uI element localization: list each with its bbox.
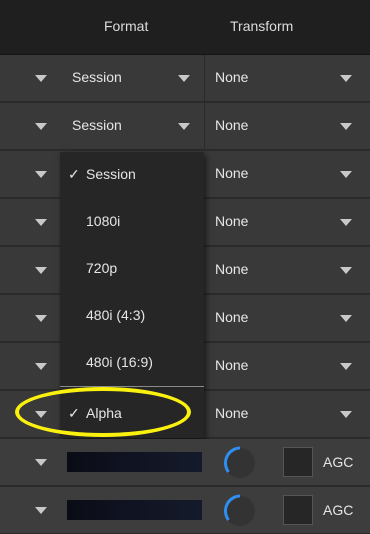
- menu-divider: [60, 386, 204, 387]
- transform-value[interactable]: None: [215, 405, 248, 421]
- row-expand-icon[interactable]: [35, 171, 47, 178]
- gain-knob-icon[interactable]: [223, 446, 257, 480]
- audio-meter-row: AGC: [0, 439, 370, 486]
- row-expand-icon[interactable]: [35, 363, 47, 370]
- menu-item-label: 720p: [86, 260, 118, 276]
- level-meter: [67, 500, 202, 520]
- format-value: Session: [72, 117, 122, 133]
- chevron-down-icon[interactable]: [340, 363, 352, 370]
- menu-item-label: 480i (16:9): [86, 354, 153, 370]
- transform-value[interactable]: None: [215, 165, 248, 181]
- menu-item-alpha[interactable]: ✓ Alpha: [60, 391, 204, 438]
- transform-value[interactable]: None: [215, 261, 248, 277]
- menu-item-label: Session: [86, 166, 136, 182]
- menu-item-480i-16-9[interactable]: 480i (16:9): [60, 340, 204, 387]
- gain-knob-icon[interactable]: [223, 494, 257, 528]
- row-expand-icon[interactable]: [35, 459, 47, 466]
- chevron-down-icon[interactable]: [340, 315, 352, 322]
- transform-value[interactable]: None: [215, 213, 248, 229]
- column-header-bar: Format Transform: [0, 0, 370, 55]
- chevron-down-icon[interactable]: [340, 123, 352, 130]
- agc-label: AGC: [323, 502, 354, 518]
- row-expand-icon[interactable]: [35, 123, 47, 130]
- format-value: Session: [72, 69, 122, 85]
- menu-item-label: Alpha: [86, 405, 122, 421]
- agc-label: AGC: [323, 454, 354, 470]
- menu-item-480i-4-3[interactable]: 480i (4:3): [60, 293, 204, 340]
- chevron-down-icon[interactable]: [178, 123, 190, 130]
- chevron-down-icon[interactable]: [340, 267, 352, 274]
- table-row: Session None: [0, 55, 370, 102]
- transform-value[interactable]: None: [215, 117, 248, 133]
- chevron-down-icon[interactable]: [340, 411, 352, 418]
- chevron-down-icon[interactable]: [340, 75, 352, 82]
- chevron-down-icon[interactable]: [340, 219, 352, 226]
- format-dropdown[interactable]: Session: [60, 103, 205, 149]
- menu-item-720p[interactable]: 720p: [60, 246, 204, 293]
- row-expand-icon[interactable]: [35, 267, 47, 274]
- transform-value[interactable]: None: [215, 69, 248, 85]
- format-column-header[interactable]: Format: [104, 18, 148, 34]
- agc-checkbox[interactable]: [283, 447, 313, 477]
- format-dropdown-menu: ✓ Session 1080i 720p 480i (4:3) 480i (16…: [60, 152, 204, 438]
- chevron-down-icon[interactable]: [340, 171, 352, 178]
- format-dropdown[interactable]: Session: [60, 55, 205, 101]
- menu-item-label: 480i (4:3): [86, 307, 146, 323]
- row-expand-icon[interactable]: [35, 507, 47, 514]
- checkmark-icon: ✓: [68, 166, 80, 182]
- checkmark-icon: ✓: [68, 405, 80, 421]
- transform-column-header[interactable]: Transform: [230, 18, 293, 34]
- menu-item-label: 1080i: [86, 213, 121, 229]
- menu-item-session[interactable]: ✓ Session: [60, 152, 204, 199]
- table-row: Session None: [0, 103, 370, 150]
- agc-checkbox[interactable]: [283, 495, 313, 525]
- row-expand-icon[interactable]: [35, 219, 47, 226]
- chevron-down-icon[interactable]: [178, 75, 190, 82]
- row-expand-icon[interactable]: [35, 75, 47, 82]
- row-expand-icon[interactable]: [35, 411, 47, 418]
- transform-value[interactable]: None: [215, 357, 248, 373]
- menu-item-1080i[interactable]: 1080i: [60, 199, 204, 246]
- row-expand-icon[interactable]: [35, 315, 47, 322]
- level-meter: [67, 452, 202, 472]
- transform-value[interactable]: None: [215, 309, 248, 325]
